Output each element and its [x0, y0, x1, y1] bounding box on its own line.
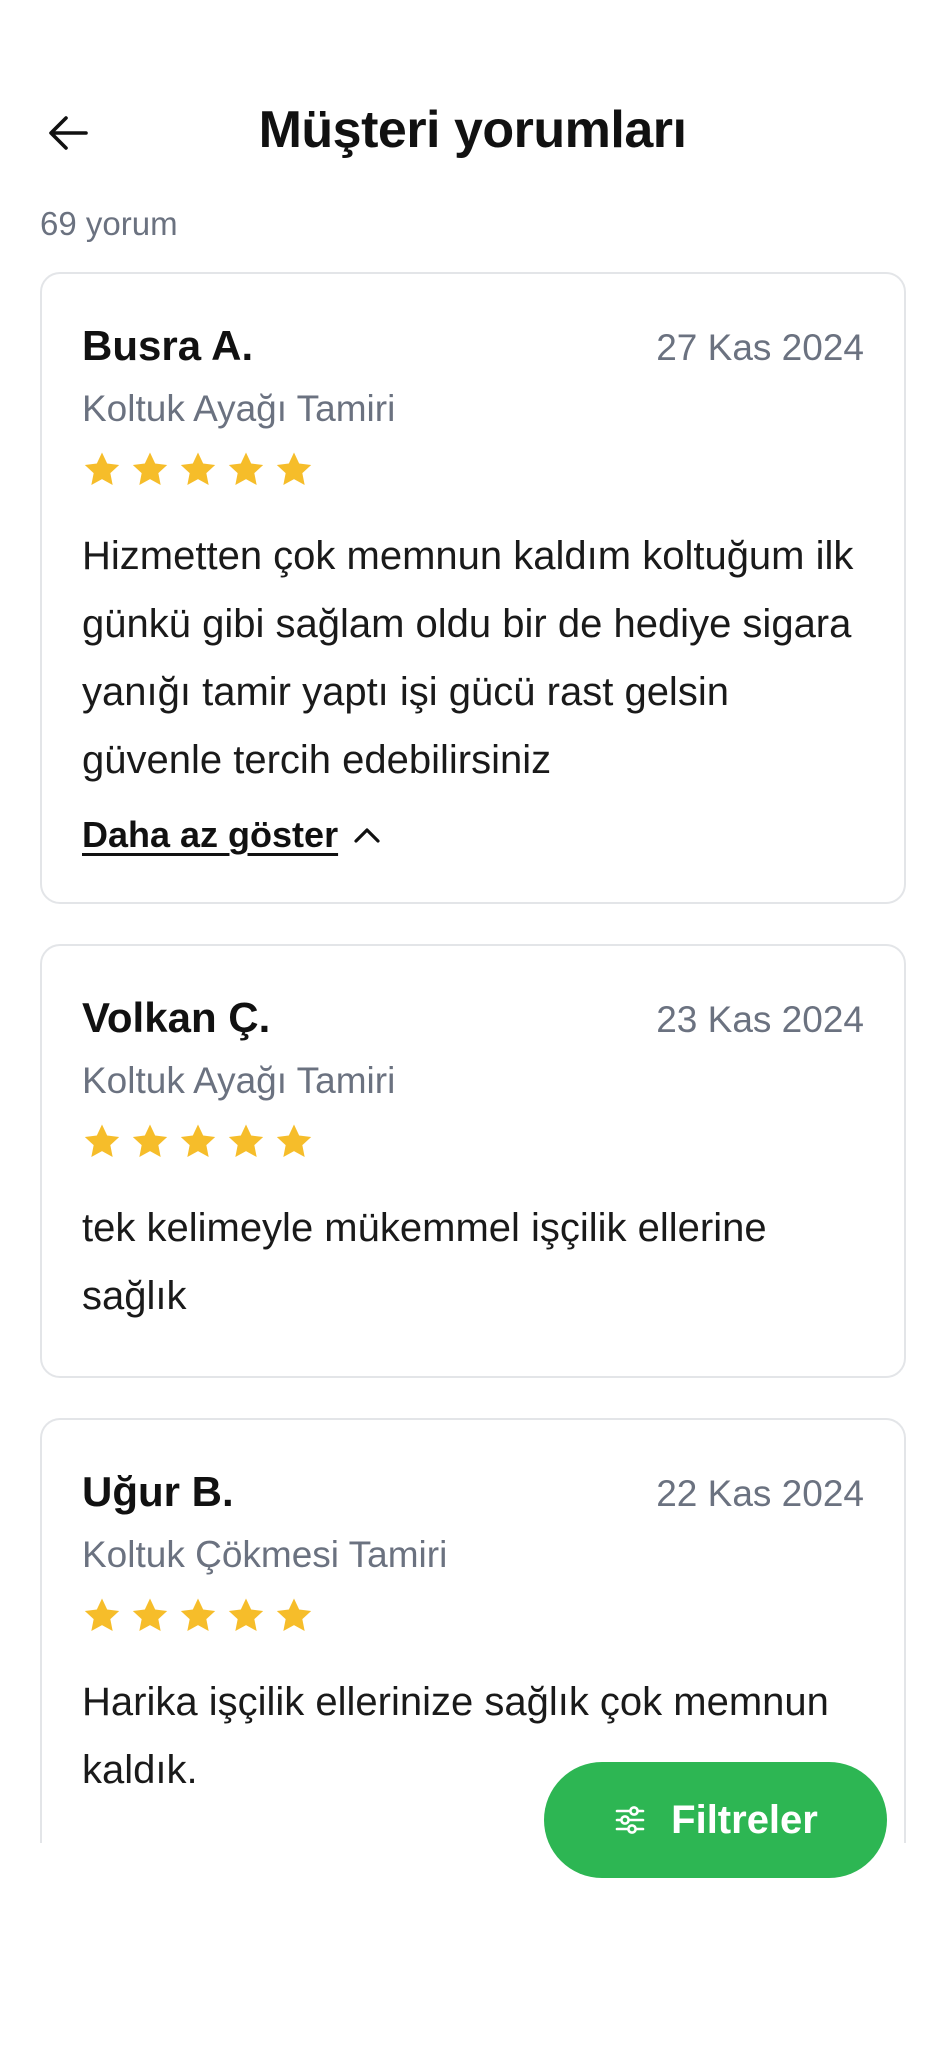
star-icon — [276, 452, 312, 485]
show-less-button[interactable]: Daha az göster — [82, 814, 382, 856]
star-icon — [180, 1124, 216, 1157]
reviews-list: Busra A. 27 Kas 2024 Koltuk Ayağı Tamiri… — [40, 272, 906, 1883]
star-icon — [132, 452, 168, 485]
reviews-screen: Müşteri yorumları 69 yorum Busra A. 27 K… — [0, 0, 945, 2048]
review-text: Hizmetten çok memnun kaldım koltuğum ilk… — [82, 534, 854, 782]
filters-button[interactable]: Filtreler — [544, 1762, 887, 1878]
star-icon — [84, 1124, 120, 1157]
star-icon — [84, 1598, 120, 1631]
star-icon — [180, 452, 216, 485]
show-less-label: Daha az göster — [82, 814, 339, 855]
review-count: 69 yorum — [40, 205, 178, 242]
star-icon — [132, 1124, 168, 1157]
star-icon — [276, 1598, 312, 1631]
review-date: 23 Kas 2024 — [656, 999, 864, 1040]
star-icon — [132, 1598, 168, 1631]
review-date: 27 Kas 2024 — [656, 327, 864, 368]
reviewer-name: Volkan Ç. — [82, 994, 271, 1041]
page-title: Müşteri yorumları — [258, 101, 687, 159]
sliders-icon — [615, 1806, 645, 1834]
star-icon — [228, 1124, 264, 1157]
review-header: Busra A. 27 Kas 2024 — [82, 322, 864, 370]
reviewer-name: Busra A. — [82, 322, 254, 369]
review-card: Busra A. 27 Kas 2024 Koltuk Ayağı Tamiri… — [40, 272, 906, 904]
star-icon — [228, 1598, 264, 1631]
review-date: 22 Kas 2024 — [656, 1473, 864, 1514]
star-icon — [180, 1598, 216, 1631]
filters-label: Filtreler — [671, 1797, 818, 1842]
reviewer-name: Uğur B. — [82, 1468, 234, 1515]
review-header: Volkan Ç. 23 Kas 2024 — [82, 994, 864, 1042]
review-card: Volkan Ç. 23 Kas 2024 Koltuk Ayağı Tamir… — [40, 944, 906, 1378]
service-name: Koltuk Ayağı Tamiri — [82, 388, 396, 429]
service-name: Koltuk Çökmesi Tamiri — [82, 1534, 448, 1575]
star-icon — [276, 1124, 312, 1157]
review-text: tek kelimeyle mükemmel işçilik ellerine … — [82, 1206, 767, 1318]
star-rating — [82, 1122, 864, 1162]
review-header: Uğur B. 22 Kas 2024 — [82, 1468, 864, 1516]
header: Müşteri yorumları — [0, 0, 945, 200]
star-icon — [84, 452, 120, 485]
star-rating — [82, 1596, 864, 1636]
service-name: Koltuk Ayağı Tamiri — [82, 1060, 396, 1101]
chevron-up-icon — [354, 828, 380, 843]
star-rating — [82, 450, 864, 490]
star-icon — [228, 452, 264, 485]
